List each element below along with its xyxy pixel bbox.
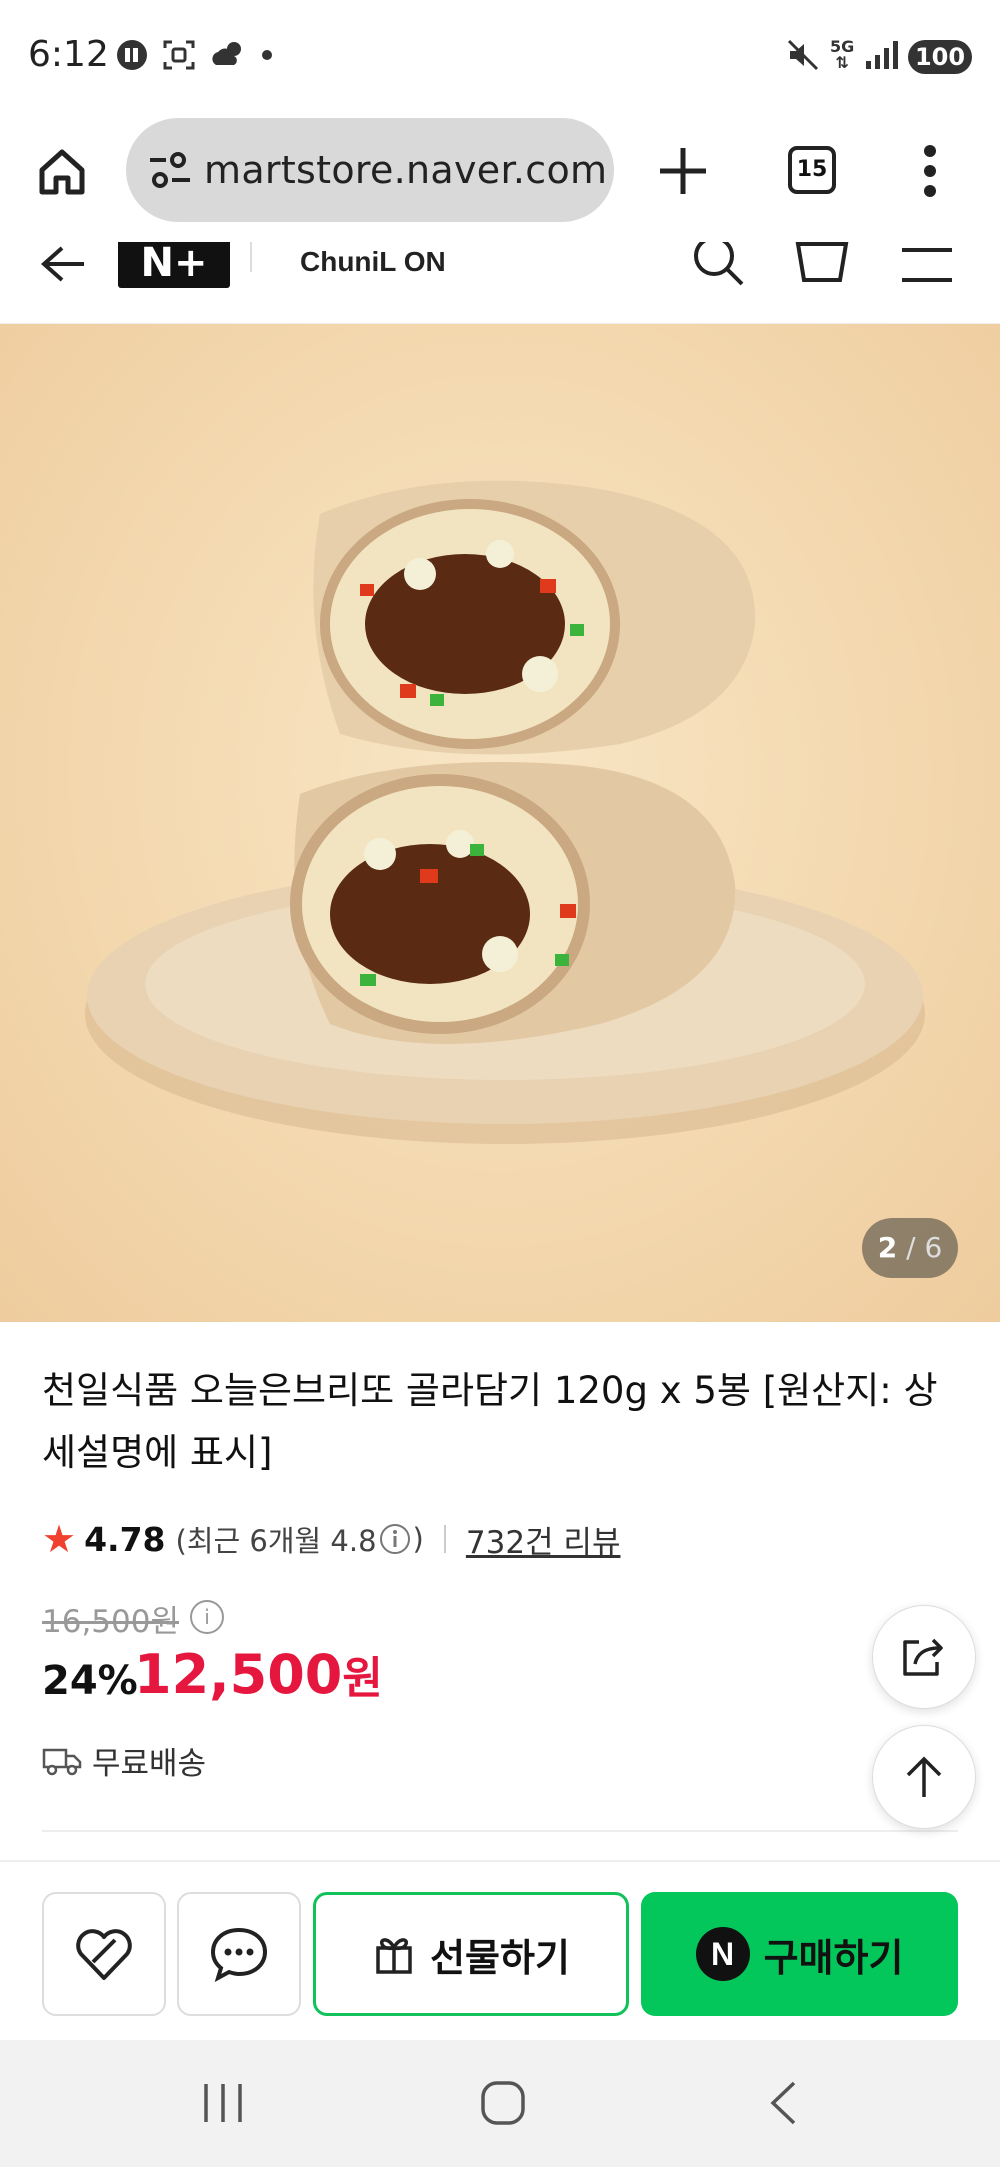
heart-icon	[76, 1929, 132, 1980]
browser-toolbar: martstore.naver.com 15	[0, 110, 1000, 242]
search-button[interactable]	[690, 242, 746, 292]
sale-price: 12,500원	[134, 1642, 383, 1706]
discount-rate: 24%	[42, 1658, 138, 1704]
scroll-top-button[interactable]	[872, 1725, 976, 1829]
browser-menu-button[interactable]	[922, 144, 938, 202]
product-title: 천일식품 오늘은브리또 골라담기 120g x 5봉 [원산지: 상세설명에 표…	[42, 1369, 938, 1474]
header-divider	[250, 242, 252, 272]
buy-label: 구매하기	[763, 1935, 904, 1980]
recents-icon	[204, 2084, 242, 2122]
back-chevron-icon	[770, 2081, 796, 2125]
status-notification-icons	[116, 38, 274, 72]
arrow-up-icon	[906, 1756, 942, 1797]
price-info-icon[interactable]: i	[190, 1600, 224, 1634]
cart-icon	[795, 242, 849, 282]
menu-button[interactable]	[900, 246, 954, 290]
home-button[interactable]	[36, 146, 88, 202]
sale-price-number: 12,500	[134, 1643, 343, 1706]
product-image[interactable]: 2 / 6	[0, 324, 1000, 1322]
purchase-action-bar: 선물하기 N 구매하기	[0, 1860, 1000, 2040]
info-icon[interactable]	[379, 1523, 411, 1555]
back-arrow-icon	[40, 246, 84, 282]
store-header: N+ ChuniL ON	[0, 242, 1000, 324]
home-nav-button[interactable]	[480, 2080, 526, 2130]
screenshot-icon	[163, 40, 195, 70]
chat-button[interactable]	[177, 1892, 301, 2016]
buy-button[interactable]: N 구매하기	[641, 1892, 958, 2016]
status-system-icons: 5G ⇅	[786, 38, 900, 72]
naver-pay-badge: N	[695, 1927, 750, 1981]
network-5g-icon: 5G ⇅	[830, 37, 855, 72]
review-count-link[interactable]: 732건 리뷰	[466, 1517, 621, 1562]
rating-divider	[443, 1525, 446, 1553]
gift-label: 선물하기	[430, 1935, 570, 1980]
recents-button[interactable]	[200, 2082, 246, 2128]
star-icon: ★	[42, 1517, 77, 1561]
status-bar: 6:12 5G ⇅ 100	[0, 0, 1000, 110]
search-icon	[694, 242, 744, 286]
delivery-label: 무료배송	[92, 1746, 207, 1782]
nplus-logo[interactable]: N+	[118, 242, 230, 288]
app-notification-icon	[117, 40, 147, 70]
status-time: 6:12	[28, 34, 109, 75]
signal-icon	[866, 41, 899, 69]
delivery-info: 무료배송	[42, 1738, 206, 1783]
dot-icon	[262, 50, 272, 60]
home-icon	[39, 149, 85, 195]
wishlist-button[interactable]	[42, 1892, 166, 2016]
brand-logo[interactable]: ChuniL ON	[300, 246, 446, 278]
mute-icon	[787, 39, 819, 71]
back-nav-button[interactable]	[768, 2080, 798, 2130]
recent-rating-close: )	[412, 1522, 424, 1556]
sale-price-unit: 원	[342, 1653, 383, 1704]
back-button[interactable]	[40, 244, 86, 288]
original-price: 16,500원	[42, 1604, 179, 1640]
tab-switcher-button[interactable]: 15	[788, 146, 836, 194]
hamburger-icon	[902, 248, 952, 282]
battery-indicator: 100	[908, 40, 972, 74]
new-tab-button[interactable]	[656, 144, 710, 202]
home-circle-icon	[481, 2081, 525, 2125]
chat-bubble-icon	[210, 1927, 268, 1982]
site-settings-icon[interactable]	[148, 152, 192, 190]
weather-icon	[212, 42, 241, 65]
gift-button[interactable]: 선물하기	[313, 1892, 629, 2016]
more-vertical-icon	[924, 145, 936, 197]
rating-value: 4.78	[84, 1519, 166, 1559]
gift-icon	[376, 1938, 412, 1974]
burrito-photo	[85, 480, 925, 1144]
address-bar[interactable]: martstore.naver.com	[126, 118, 614, 222]
recent-rating: (최근 6개월 4.8	[175, 1524, 377, 1558]
plus-icon	[660, 148, 706, 194]
cart-button[interactable]	[794, 242, 850, 292]
rating-row: ★ 4.78 (최근 6개월 4.8 ) 732건 리뷰	[42, 1514, 620, 1564]
system-navigation-bar	[0, 2040, 1000, 2167]
share-icon	[903, 1638, 943, 1676]
image-counter: 2 / 6	[862, 1218, 958, 1278]
section-divider	[42, 1830, 958, 1832]
share-button[interactable]	[872, 1605, 976, 1709]
truck-icon	[42, 1748, 82, 1775]
url-text: martstore.naver.com	[204, 148, 608, 192]
